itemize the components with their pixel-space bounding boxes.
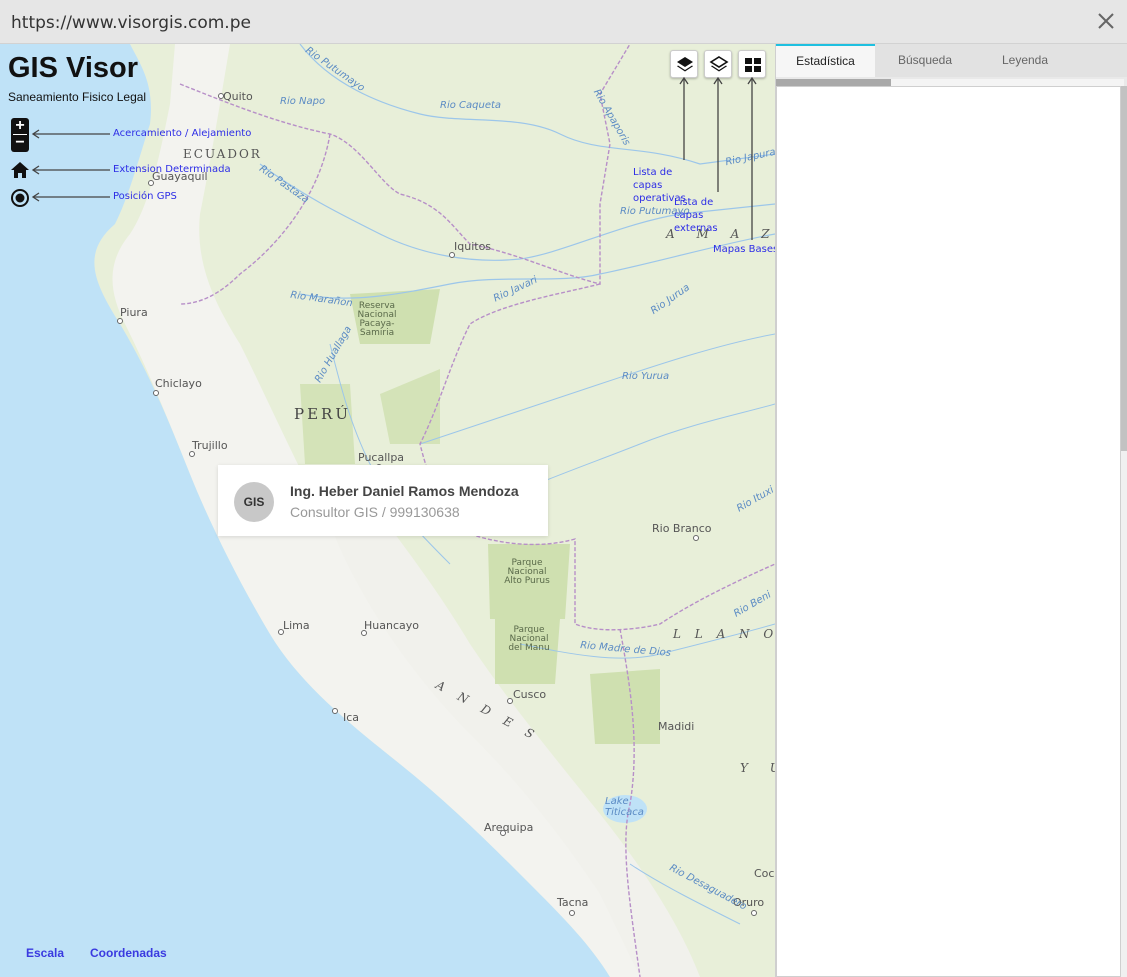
loading-progress-fill xyxy=(776,79,891,86)
side-panel: Estadística Búsqueda Leyenda xyxy=(775,44,1127,977)
panel-scrollbar[interactable] xyxy=(1121,86,1127,977)
city-dot-chiclayo xyxy=(153,390,159,396)
external-layers-button[interactable] xyxy=(704,50,732,78)
map-label-trujillo: Trujillo xyxy=(192,439,228,452)
loading-progress-bar xyxy=(776,79,1124,86)
map-label-rio-branco: Rio Branco xyxy=(652,522,712,535)
map-label-ica: Ica xyxy=(343,711,360,724)
map-label-rio-caqueta: Rio Caqueta xyxy=(440,100,502,111)
map-label-park-alto-purus: Parque Nacional Alto Purus xyxy=(504,558,550,586)
map-label-chiclayo: Chiclayo xyxy=(155,377,202,390)
map-label-arequipa: Arequipa xyxy=(484,821,534,834)
map-label-madidi: Madidi xyxy=(658,720,695,733)
map-label-lima: Lima xyxy=(283,619,310,632)
browser-titlebar: https://www.visorgis.com.pe xyxy=(0,0,1127,44)
panel-content xyxy=(776,86,1121,977)
panel-tabs: Estadística Búsqueda Leyenda xyxy=(776,44,1127,77)
grid-icon xyxy=(745,58,761,72)
map-label-park-manu: Parque Nacional del Manu xyxy=(508,625,550,653)
tab-leyenda[interactable]: Leyenda xyxy=(975,44,1075,77)
city-dot-oruro xyxy=(751,910,757,916)
map-label-piura: Piura xyxy=(120,306,148,319)
operational-layers-button[interactable] xyxy=(670,50,698,78)
author-card: GIS Ing. Heber Daniel Ramos Mendoza Cons… xyxy=(218,465,548,536)
map-label-peru: PERÚ xyxy=(294,405,351,423)
scale-link[interactable]: Escala xyxy=(26,946,64,960)
zoom-control: + − xyxy=(11,118,29,152)
layers-icon xyxy=(677,57,693,72)
map-label-yu: Y U xyxy=(740,761,775,775)
annotation-extent: Extension Determinada xyxy=(113,164,231,175)
gps-target-icon[interactable] xyxy=(10,188,30,208)
map-label-quito: Quito xyxy=(223,90,253,103)
tab-busqueda[interactable]: Búsqueda xyxy=(875,44,975,77)
panel-scrollbar-thumb[interactable] xyxy=(1121,86,1127,451)
annotation-zoom: Acercamiento / Alejamiento xyxy=(113,128,252,139)
coordinates-link[interactable]: Coordenadas xyxy=(90,946,167,960)
map-label-coc: Coc xyxy=(754,867,775,880)
map-label-pucallpa: Pucallpa xyxy=(358,451,405,464)
app-title: GIS Visor xyxy=(8,52,139,84)
map-label-park-pacaya: Reserva Nacional Pacaya-Samiria xyxy=(357,301,397,338)
app-subtitle: Saneamiento Fisico Legal xyxy=(8,90,147,104)
map-label-rio-napo: Rio Napo xyxy=(280,96,326,107)
map-label-tacna: Tacna xyxy=(557,896,589,909)
annotation-external-layers: Lista de capas externas xyxy=(674,197,718,234)
tab-estadistica[interactable]: Estadística xyxy=(776,44,875,77)
annotation-gps: Posición GPS xyxy=(113,191,177,202)
zoom-out-button[interactable]: − xyxy=(11,135,29,152)
map-label-ecuador: ECUADOR xyxy=(183,147,262,161)
map-label-iquitos: Iquitos xyxy=(454,240,492,253)
avatar: GIS xyxy=(234,482,274,522)
zoom-in-button[interactable]: + xyxy=(11,118,29,135)
basemaps-button[interactable] xyxy=(738,50,766,78)
map-label-cusco: Cusco xyxy=(513,688,547,701)
url-text: https://www.visorgis.com.pe xyxy=(11,13,251,33)
author-role: Consultor GIS / 999130638 xyxy=(290,504,460,520)
layers-icon xyxy=(709,56,729,72)
map-label-huancayo: Huancayo xyxy=(364,619,419,632)
city-dot-tacna xyxy=(569,910,575,916)
map-label-llanos: L L A N O S D E xyxy=(673,627,775,641)
close-icon[interactable] xyxy=(1095,10,1117,32)
map-label-rio-yurua: Rio Yurua xyxy=(622,371,670,382)
home-icon[interactable] xyxy=(10,160,30,180)
author-name: Ing. Heber Daniel Ramos Mendoza xyxy=(290,483,519,499)
map-label-lake: Lake Titicaca xyxy=(605,796,644,818)
annotation-basemaps: Mapas Bases xyxy=(713,244,779,255)
city-dot-rio-branco xyxy=(693,535,699,541)
city-dot-ica xyxy=(332,708,338,714)
